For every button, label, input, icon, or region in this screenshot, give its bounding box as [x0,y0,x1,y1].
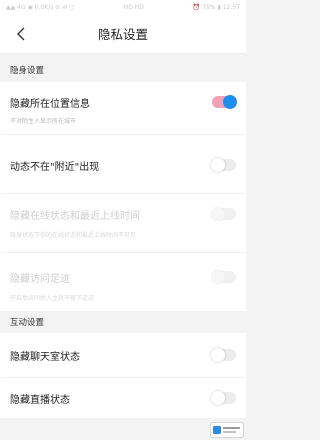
setting-hide-location: 隐藏所在位置信息 不对陌生人显示所在城市 [0,82,246,134]
toggle-hide-location[interactable] [212,95,237,109]
setting-label: 隐藏直播状态 [10,394,70,406]
toggle-knob [211,270,225,284]
status-bar: ▲▲ 4G ◉ 0.0K/s ⊘ ✉ ▢ HD HD ⏰ 75% ▮ 12:57 [0,0,246,14]
setting-label: 隐藏在线状态和最近上线时间 [10,210,140,222]
page-title: 隐私设置 [97,27,148,42]
toggle-hide-footprint[interactable] [211,270,236,284]
setting-desc: 隐身状态下你的在线状态和最近上线时间不可见 [10,232,137,239]
setting-desc: 开启后访问他人主页不留下足迹 [10,295,95,302]
toggle-hide-nearby[interactable] [211,158,236,172]
setting-label: 隐藏聊天室状态 [10,351,80,363]
setting-hide-live: 隐藏直播状态 [0,378,246,418]
toggle-hide-online-status[interactable] [211,207,236,221]
status-center: HD HD [123,3,144,11]
status-right: ⏰ 75% ▮ 12:57 [192,3,240,11]
toggle-hide-live[interactable] [211,391,236,405]
setting-hide-nearby: 动态不在"附近"出现 [0,135,246,193]
toggle-knob [211,158,225,172]
toggle-knob [211,207,225,221]
setting-desc: 不对陌生人显示所在城市 [10,118,77,125]
setting-hide-chatroom: 隐藏聊天室状态 [0,333,246,377]
toggle-knob [211,348,225,362]
title-bar: 隐私设置 [0,14,246,54]
chevron-left-icon [16,27,24,41]
toggle-hide-chatroom[interactable] [211,348,236,362]
back-button[interactable] [10,14,30,54]
watermark-logo-icon [213,426,240,434]
section-header-stealth: 隐身设置 [10,66,45,76]
toggle-knob [211,391,225,405]
toggle-knob [223,95,237,109]
setting-label: 隐藏访问足迹 [10,273,70,285]
watermark-logo [210,422,244,438]
setting-label: 隐藏所在位置信息 [10,98,90,110]
setting-label: 动态不在"附近"出现 [10,161,100,173]
setting-hide-online-status: 隐藏在线状态和最近上线时间 隐身状态下你的在线状态和最近上线时间不可见 [0,194,246,252]
section-header-interaction: 互动设置 [10,318,45,328]
status-left: ▲▲ 4G ◉ 0.0K/s ⊘ ✉ ▢ [6,3,75,11]
setting-hide-footprint: 隐藏访问足迹 开启后访问他人主页不留下足迹 [0,253,246,311]
